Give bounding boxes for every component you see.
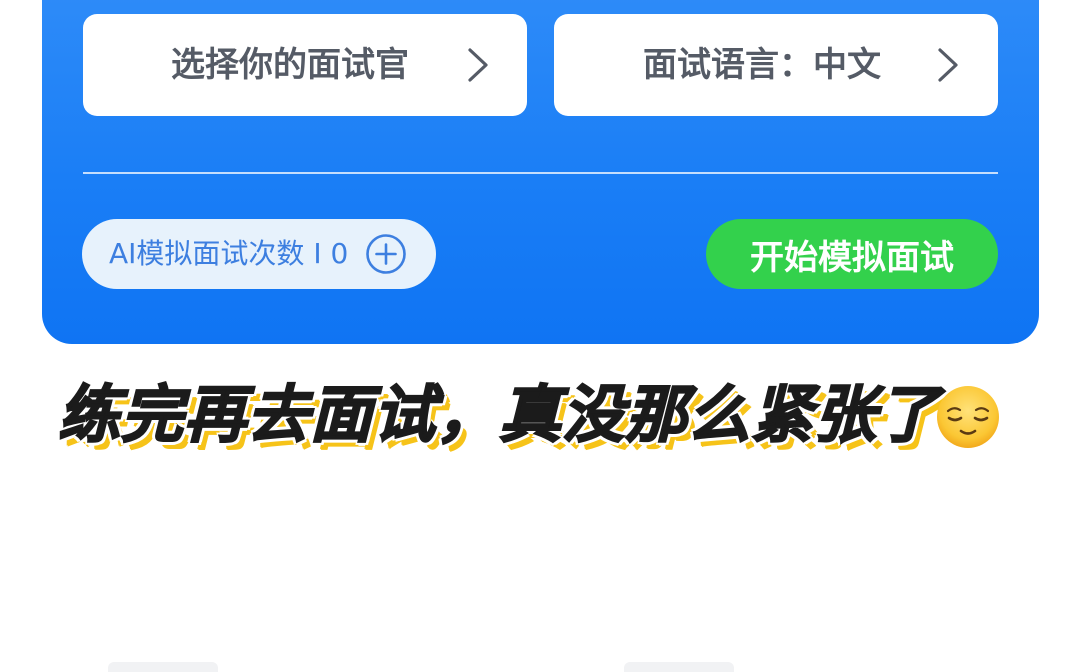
plus-circle-icon[interactable] [365,233,407,275]
mock-interview-counter: AI模拟面试次数 I 0 [82,219,436,289]
chevron-right-icon [938,48,958,82]
chevron-right-icon [468,48,488,82]
interview-language-card[interactable]: 面试语言：中文 [554,14,998,116]
interview-language-label: 面试语言：中文 [643,45,881,85]
bottom-card-edge [108,662,218,672]
select-interviewer-label: 选择你的面试官 [171,45,409,85]
relieved-face-emoji [937,386,999,448]
overlay-caption: 练完再去面试，真没那么紧张了 [57,377,941,452]
start-mock-interview-button[interactable]: 开始模拟面试 [706,219,998,289]
panel-divider [83,172,998,174]
mock-interview-count-label: AI模拟面试次数 I 0 [109,237,349,270]
bottom-card-edge [624,662,734,672]
select-interviewer-card[interactable]: 选择你的面试官 [83,14,527,116]
